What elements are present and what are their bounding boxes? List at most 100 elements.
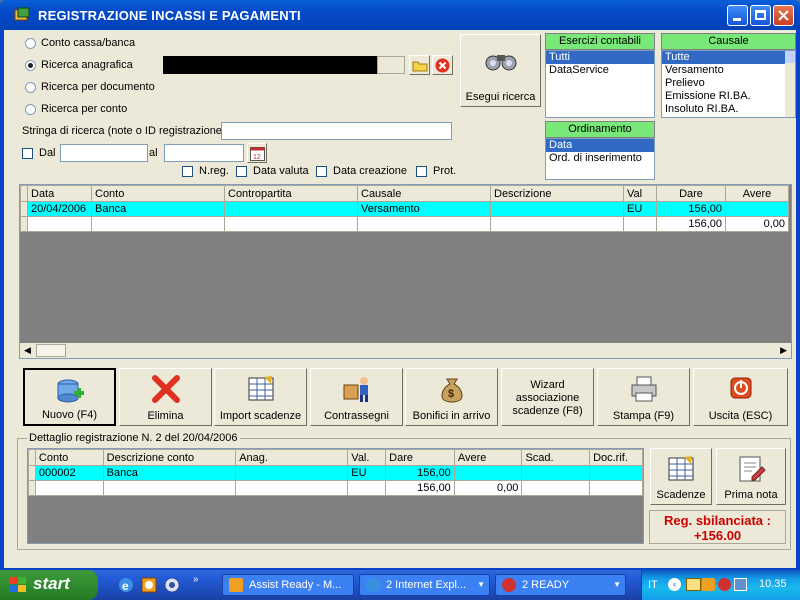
prima-nota-button[interactable]: Prima nota [716, 448, 786, 505]
maximize-button[interactable] [750, 5, 771, 26]
scroll-thumb[interactable] [36, 344, 66, 357]
col-header[interactable]: Scad. [521, 449, 591, 466]
causale-scrollbar[interactable] [785, 51, 795, 117]
scroll-right-arrow-icon[interactable]: ▶ [780, 345, 787, 356]
col-header[interactable]: Avere [453, 449, 523, 466]
col-header[interactable]: Val [623, 185, 657, 202]
app-tray-icon[interactable] [702, 578, 715, 591]
al-date-input[interactable] [164, 144, 244, 162]
col-header[interactable]: Descrizione conto [102, 449, 237, 466]
esercizi-item[interactable]: DataService [546, 64, 654, 77]
col-header[interactable]: Anag. [235, 449, 349, 466]
col-header[interactable]: Doc.rif. [589, 449, 643, 466]
radio-ricerca-conto[interactable] [25, 104, 36, 115]
row-selector[interactable] [28, 480, 36, 496]
uscita-button[interactable]: Uscita (ESC) [693, 368, 788, 426]
elimina-button[interactable]: Elimina [119, 368, 212, 426]
import-scadenze-label: Import scadenze [219, 410, 302, 422]
detail-grid[interactable]: Conto Descrizione conto Anag. Val. Dare … [27, 448, 644, 544]
stampa-button[interactable]: Stampa (F9) [597, 368, 690, 426]
search-string-input[interactable] [221, 122, 452, 140]
data-valuta-checkbox[interactable] [236, 166, 247, 177]
open-folder-button[interactable] [409, 55, 430, 75]
start-button[interactable]: start [0, 570, 98, 600]
causale-item[interactable]: Emissione RI.BA. [662, 90, 795, 103]
row-selector[interactable] [28, 465, 36, 481]
ie-icon [366, 578, 380, 592]
col-header[interactable]: Conto [91, 185, 225, 202]
causale-item[interactable]: Prelievo [662, 77, 795, 90]
esegui-ricerca-label: Esegui ricerca [465, 91, 536, 103]
col-header[interactable]: Causale [357, 185, 491, 202]
security-tray-icon[interactable] [718, 578, 731, 591]
col-header[interactable]: Descrizione [490, 185, 624, 202]
row-selector[interactable] [20, 201, 28, 217]
nreg-checkbox[interactable] [182, 166, 193, 177]
table-row[interactable]: 20/04/2006 Banca Versamento EU 156,00 [20, 201, 789, 217]
scroll-left-arrow-icon[interactable]: ◀ [24, 345, 31, 356]
col-header[interactable]: Dare [656, 185, 726, 202]
clear-button[interactable] [432, 55, 453, 75]
col-header[interactable]: Dare [385, 449, 455, 466]
wizard-button[interactable]: Wizard associazione scadenze (F8) [501, 368, 594, 426]
table-row[interactable]: 156,00 0,00 [28, 480, 643, 496]
esercizi-list[interactable]: Tutti DataService [545, 50, 655, 118]
ordinamento-list[interactable]: Data Ord. di inserimento [545, 138, 655, 180]
ordinamento-item[interactable]: Ord. di inserimento [546, 152, 654, 165]
dal-checkbox[interactable] [22, 148, 33, 159]
app-quicklaunch-icon[interactable] [141, 577, 157, 593]
cell [490, 201, 624, 217]
table-row[interactable]: 000002 Banca EU 156,00 [28, 465, 643, 481]
title-bar[interactable]: REGISTRAZIONE INCASSI E PAGAMENTI [0, 0, 800, 30]
ordinamento-item[interactable]: Data [546, 139, 654, 152]
task-assist-ready[interactable]: Assist Ready - M... [222, 574, 354, 596]
scadenze-button[interactable]: Scadenze [650, 448, 712, 505]
minimize-button[interactable] [727, 5, 748, 26]
cell: 0,00 [453, 480, 523, 496]
ie-quicklaunch-icon[interactable]: e [118, 577, 134, 593]
col-header[interactable]: Val. [347, 449, 387, 466]
show-hidden-icons-icon[interactable]: ‹ [668, 578, 681, 591]
radio-ricerca-anagrafica[interactable] [25, 60, 36, 71]
import-scadenze-button[interactable]: Import scadenze [214, 368, 307, 426]
cell [102, 480, 237, 496]
causale-item[interactable]: Tutte [662, 51, 785, 64]
prot-checkbox[interactable] [416, 166, 427, 177]
media-quicklaunch-icon[interactable] [164, 577, 180, 593]
dal-date-input[interactable] [60, 144, 148, 162]
col-header[interactable]: Contropartita [224, 185, 358, 202]
radio-conto-cassa-label: Conto cassa/banca [41, 37, 136, 49]
mail-icon[interactable] [686, 578, 701, 591]
registrations-grid[interactable]: Data Conto Contropartita Causale Descriz… [19, 184, 792, 359]
quicklaunch-more-icon[interactable]: » [193, 574, 199, 585]
causale-list[interactable]: Tutte Versamento Prelievo Emissione RI.B… [661, 50, 796, 118]
radio-ricerca-documento[interactable] [25, 82, 36, 93]
esercizi-item[interactable]: Tutti [546, 51, 654, 64]
task-ready[interactable]: 2 READY ▼ [495, 574, 626, 596]
language-indicator[interactable]: IT [648, 579, 658, 591]
anagrafica-field[interactable] [163, 56, 377, 74]
calendar-button[interactable]: 12 [247, 143, 267, 163]
col-header[interactable]: Avere [725, 185, 789, 202]
task-internet-explorer[interactable]: 2 Internet Expl... ▼ [359, 574, 490, 596]
esegui-ricerca-button[interactable]: Esegui ricerca [460, 34, 541, 107]
start-label: start [33, 574, 70, 593]
causale-item[interactable]: Versamento [662, 64, 795, 77]
col-header[interactable]: Data [27, 185, 92, 202]
causale-item[interactable]: Insoluto RI.BA. [662, 103, 795, 116]
row-selector[interactable] [20, 216, 28, 232]
bonifici-button[interactable]: $ Bonifici in arrivo [405, 368, 498, 426]
courier-icon [343, 377, 368, 402]
table-row[interactable]: 156,00 0,00 [20, 216, 789, 232]
close-button[interactable] [773, 5, 794, 26]
data-creazione-checkbox[interactable] [316, 166, 327, 177]
network-icon[interactable] [734, 578, 747, 591]
contrassegni-button[interactable]: Contrassegni [310, 368, 403, 426]
scroll-up-arrow-icon[interactable] [785, 51, 795, 63]
horizontal-scrollbar[interactable]: ◀ ▶ [20, 343, 791, 358]
clock[interactable]: 10.35 [759, 578, 787, 590]
cell: 20/04/2006 [27, 201, 92, 217]
col-header[interactable]: Conto [34, 449, 104, 466]
nuovo-button[interactable]: Nuovo (F4) [23, 368, 116, 426]
radio-conto-cassa[interactable] [25, 38, 36, 49]
